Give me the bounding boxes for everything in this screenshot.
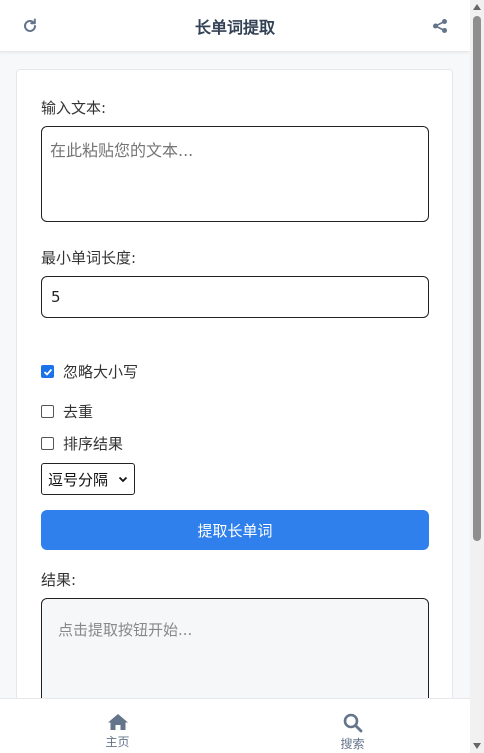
option-label: 排序结果 (63, 435, 124, 453)
min-length-label: 最小单词长度: (41, 249, 137, 267)
refresh-icon (24, 18, 36, 32)
checkbox-ignore-case[interactable] (41, 365, 54, 378)
scroll-down-icon[interactable] (473, 743, 481, 749)
check-icon (43, 368, 52, 376)
page-title: 长单词提取 (194, 17, 275, 37)
option-label: 去重 (63, 403, 94, 421)
scroll-up-icon[interactable] (473, 4, 481, 10)
app-header: 长单词提取 (0, 0, 470, 52)
app-root: 长单词提取 输入文本: 最小单词长度: 5 忽略大小写 (0, 0, 484, 753)
result-placeholder: 点击提取按钮开始... (58, 621, 193, 639)
bottom-nav: 主页 搜索 (0, 698, 470, 753)
option-ignore-case[interactable]: 忽略大小写 (41, 361, 138, 382)
chevron-down-icon (118, 476, 128, 483)
checkbox-dedupe[interactable] (41, 405, 54, 418)
checkbox-sort[interactable] (41, 437, 54, 450)
nav-label-search: 搜索 (340, 737, 365, 751)
result-label: 结果: (41, 571, 77, 589)
nav-item-search[interactable]: 搜索 (235, 699, 470, 753)
separator-select[interactable]: 逗号分隔 (41, 463, 135, 495)
min-length-value: 5 (51, 288, 61, 306)
option-label: 忽略大小写 (63, 363, 139, 381)
separator-selected: 逗号分隔 (48, 470, 109, 489)
share-button[interactable] (428, 14, 452, 38)
scrollbar[interactable] (470, 0, 484, 753)
share-icon (433, 19, 447, 33)
search-icon (343, 713, 362, 733)
option-dedupe[interactable]: 去重 (41, 401, 93, 422)
refresh-button[interactable] (18, 14, 42, 38)
min-length-input[interactable]: 5 (41, 276, 429, 318)
text-input[interactable] (41, 126, 429, 222)
extract-button[interactable]: 提取长单词 (41, 510, 429, 550)
home-icon (107, 714, 128, 730)
text-input-label: 输入文本: (41, 99, 107, 117)
scrollbar-thumb[interactable] (473, 16, 481, 541)
option-sort[interactable]: 排序结果 (41, 433, 123, 454)
form-card: 输入文本: 最小单词长度: 5 忽略大小写 去重 排序结果 逗号分隔 (16, 69, 453, 753)
nav-label-home: 主页 (105, 735, 130, 749)
nav-item-home[interactable]: 主页 (0, 699, 235, 753)
